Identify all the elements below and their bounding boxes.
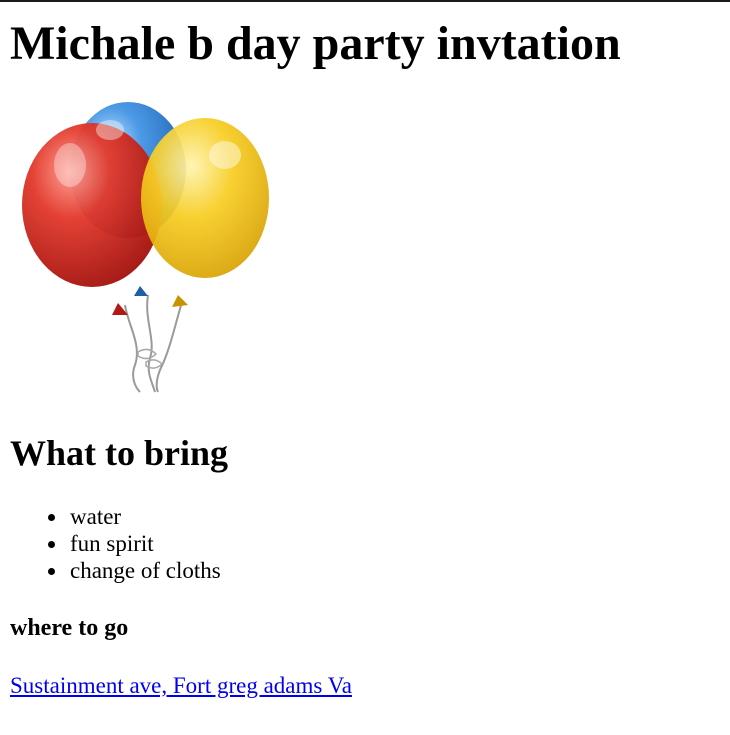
- list-item-label: water: [70, 504, 122, 529]
- list-item: water: [48, 503, 221, 530]
- bullet-icon: [48, 541, 55, 548]
- what-to-bring-heading: What to bring: [10, 433, 229, 473]
- where-to-go-heading: where to go: [10, 615, 129, 641]
- red-balloon: [22, 123, 162, 287]
- top-border: [0, 0, 730, 2]
- list-item-label: change of cloths: [70, 558, 221, 583]
- bullet-icon: [48, 514, 55, 521]
- yellow-balloon: [141, 118, 269, 278]
- bring-list: water fun spirit change of cloths: [48, 503, 221, 584]
- page-title: Michale b day party invtation: [10, 17, 621, 70]
- list-item-label: fun spirit: [70, 531, 154, 556]
- balloons-icon: [10, 100, 284, 400]
- address-link[interactable]: Sustainment ave, Fort greg adams Va: [10, 671, 352, 701]
- list-item: change of cloths: [48, 557, 221, 584]
- bullet-icon: [48, 568, 55, 575]
- list-item: fun spirit: [48, 530, 221, 557]
